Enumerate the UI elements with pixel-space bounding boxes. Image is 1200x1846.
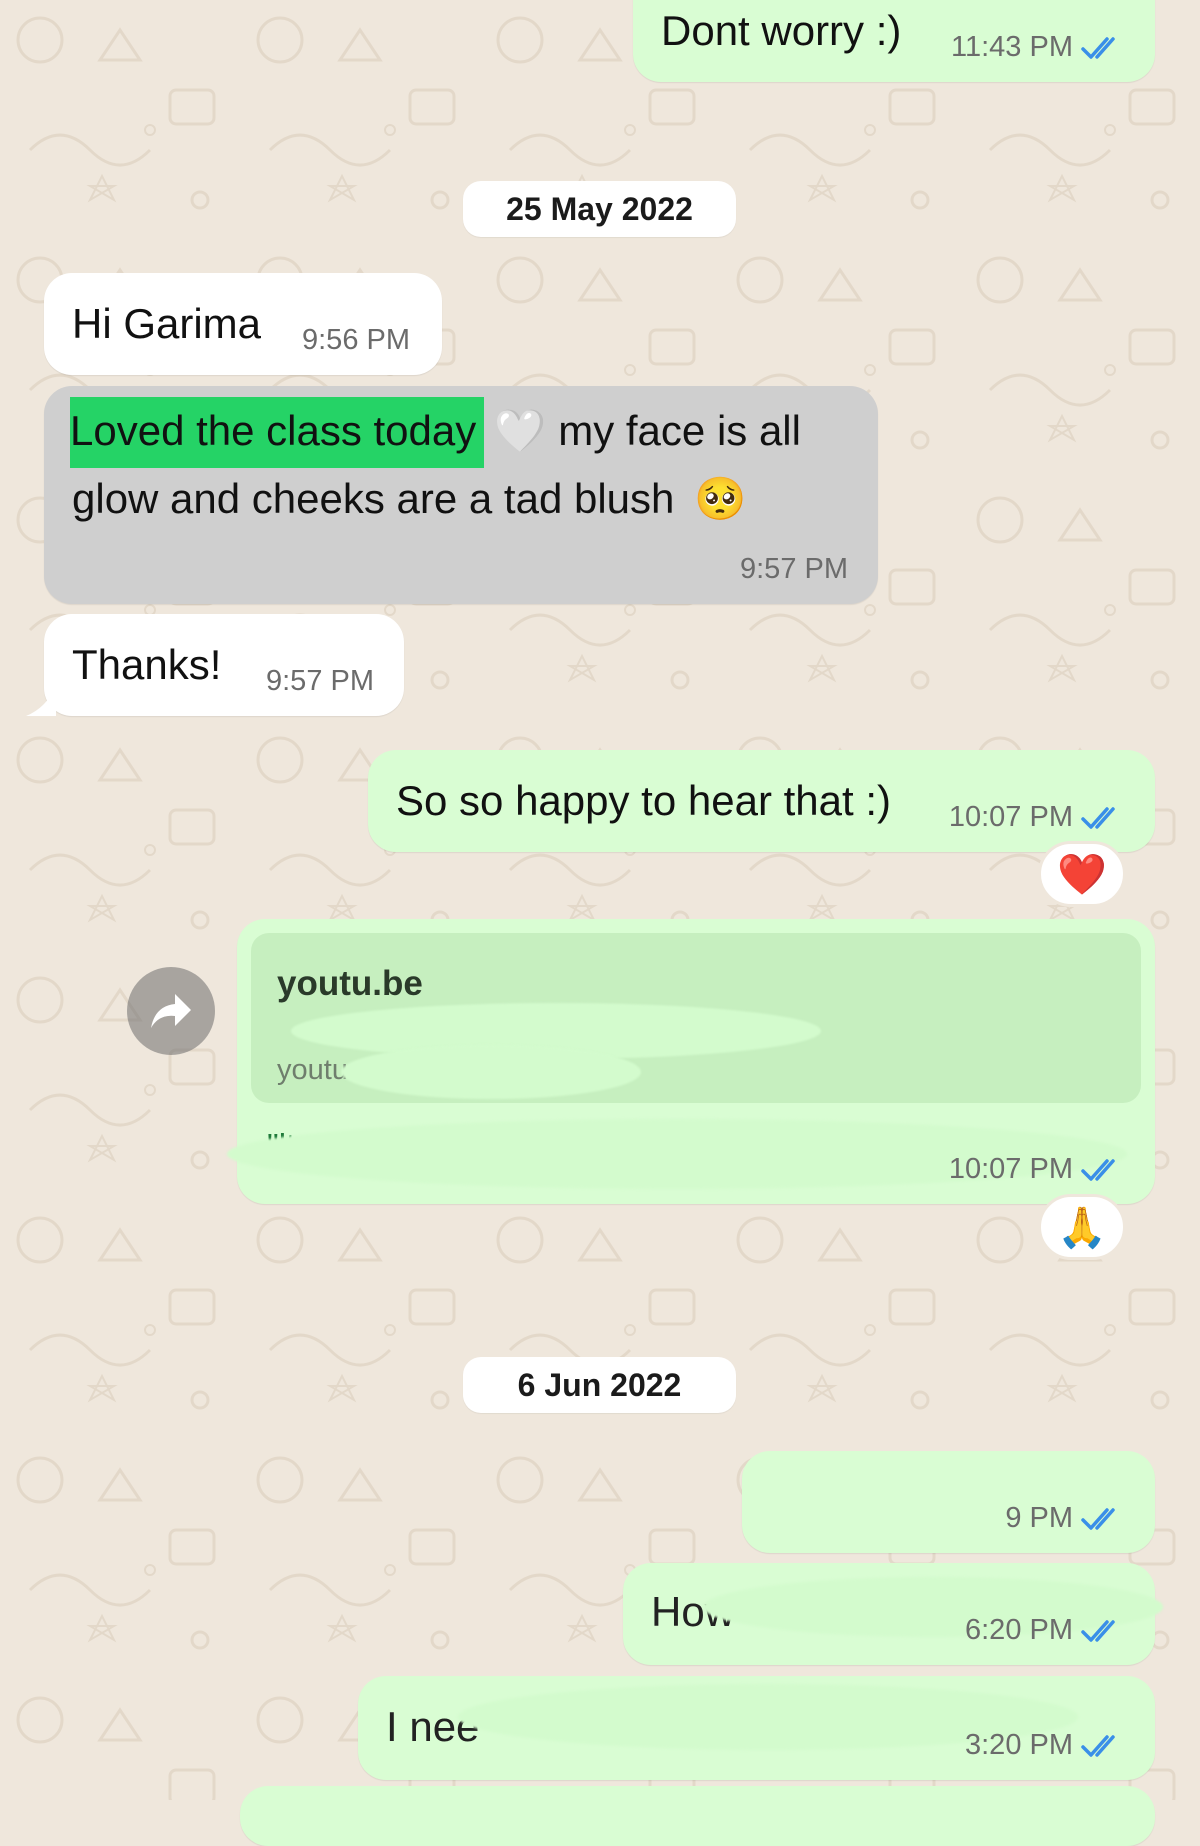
message-bubble[interactable]: So so happy to hear that :) 10:07 PM [368,750,1155,852]
heart-emoji: ❤️ [1057,852,1107,897]
message-bubble-selected[interactable]: Loved the class today 🤍 my face is all gl… [44,386,878,604]
forward-arrow-icon [151,994,191,1028]
message-time: 9 PM [1005,1502,1073,1534]
message-time: 3:20 PM [965,1729,1073,1761]
reaction-badge[interactable]: ❤️ [1038,841,1126,907]
double-check-icon [1081,1734,1115,1757]
message-meta: 6:20 PM [965,1614,1123,1647]
reaction-badge[interactable]: 🙏 [1038,1194,1126,1260]
message-time: 6:20 PM [965,1614,1073,1646]
white-heart-emoji: 🤍 [494,407,547,454]
double-check-icon [1081,1619,1115,1642]
message-bubble[interactable]: Hi Garima 9:56 PM [44,273,442,375]
date-separator: 25 May 2022 [463,181,736,237]
message-text: Thanks! [72,641,222,688]
link-preview-card[interactable]: youtu.be youtu [251,933,1141,1103]
double-check-icon [1081,1507,1115,1530]
folded-hands-emoji: 🙏 [1057,1205,1107,1250]
message-text: Loved the class today 🤍 my face is all [70,397,801,468]
message-bubble[interactable]: How 6:20 PM [623,1563,1163,1665]
redaction-mark [341,1045,641,1099]
message-time: 10:07 PM [948,801,1073,833]
message-text-rest: my face is all [546,407,801,454]
link-subtitle: youtu [277,1054,348,1086]
message-bubble-partial[interactable] [240,1786,1155,1846]
message-bubble[interactable]: I nee 3:20 PM [358,1676,1155,1780]
search-highlight: Loved the class today [70,397,485,468]
message-text-line2: glow and cheeks are a tad blush 🥺 [72,475,747,522]
double-check-icon [1081,36,1115,59]
message-time: 10:07 PM [948,1153,1073,1185]
message-bubble[interactable]: Dont worry :) 11:43 PM [633,0,1155,82]
message-time: 9:57 PM [740,553,848,585]
message-meta: 10:07 PM [949,1153,1123,1186]
message-time: 9:56 PM [302,324,410,356]
message-time: 9:57 PM [266,665,374,697]
message-meta: 9:57 PM [266,665,374,698]
message-bubble[interactable]: 9 PM [742,1451,1155,1553]
pleading-face-emoji: 🥺 [694,475,747,522]
forward-button[interactable] [127,967,215,1055]
link-domain: youtu.be [277,964,423,1003]
link-message-bubble[interactable]: youtu.be youtu "lt 10:07 PM [227,919,1155,1204]
message-meta: 9:57 PM [740,553,848,586]
message-meta: 10:07 PM [949,801,1123,834]
message-meta: 9:56 PM [302,324,410,357]
message-bubble[interactable]: Thanks! 9:57 PM [44,614,404,716]
message-meta: 3:20 PM [965,1729,1123,1762]
double-check-icon [1081,1158,1115,1181]
message-time: 11:43 PM [951,31,1073,63]
message-text: So so happy to hear that :) [396,777,891,824]
message-meta: 11:43 PM [951,31,1123,64]
date-separator: 6 Jun 2022 [463,1357,736,1413]
message-text: Dont worry :) [661,7,902,54]
bubble-tail [26,686,56,716]
message-meta: 9 PM [1005,1502,1123,1535]
double-check-icon [1081,806,1115,829]
date-label: 25 May 2022 [506,190,693,227]
chat-thread[interactable]: Dont worry :) 11:43 PM 25 May 2022 Hi Ga… [0,0,1200,1846]
date-label: 6 Jun 2022 [517,1366,682,1403]
message-text: Hi Garima [72,300,262,347]
